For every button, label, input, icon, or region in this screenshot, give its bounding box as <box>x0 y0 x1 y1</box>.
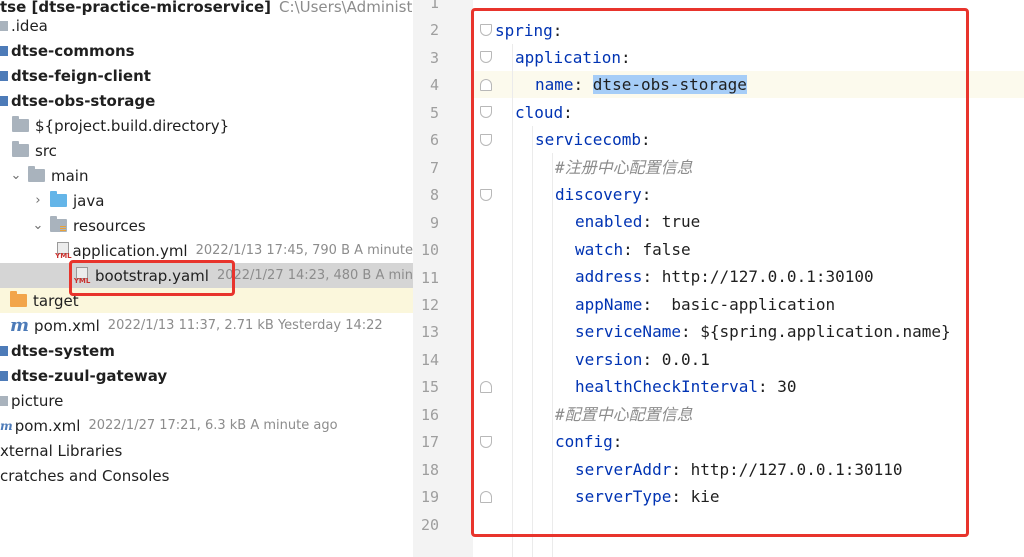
source-folder-icon <box>50 191 67 207</box>
resources-folder-icon <box>50 216 67 232</box>
folder-icon <box>12 141 29 157</box>
tree-item-label: main <box>51 166 89 185</box>
chevron-right-icon[interactable]: › <box>32 193 44 208</box>
excluded-folder-icon <box>10 291 27 307</box>
line-number: 15 <box>420 378 439 397</box>
line-number: 5 <box>429 103 439 122</box>
maven-icon: m <box>10 315 30 336</box>
tree-item-label: dtse-system <box>11 341 115 360</box>
tree-item-dtse-commons[interactable]: dtse-commons <box>0 38 413 63</box>
tree-item-label: resources <box>73 216 146 235</box>
tree-item-label: dtse-feign-client <box>11 66 151 85</box>
line-number: 7 <box>429 158 439 177</box>
chevron-down-icon[interactable]: ⌄ <box>10 168 22 183</box>
line-number: 2 <box>429 21 439 40</box>
tree-item-label: dtse-zuul-gateway <box>11 366 168 385</box>
module-folder-icon <box>0 95 8 106</box>
yaml-file-icon: YML <box>55 241 72 260</box>
file-meta: 2022/1/27 14:23, 480 B A min <box>216 268 413 283</box>
line-number: 8 <box>429 186 439 205</box>
tree-item-label: dtse-obs-storage <box>11 91 156 110</box>
line-number: 16 <box>420 405 439 424</box>
tree-item-label: src <box>35 141 57 160</box>
file-meta: 2022/1/13 11:37, 2.71 kB Yesterday 14:22 <box>107 318 383 333</box>
line-number: 18 <box>420 460 439 479</box>
line-number: 6 <box>429 131 439 150</box>
folder-icon <box>12 116 29 132</box>
tree-item-label: dtse-commons <box>11 41 135 60</box>
tree-item-main[interactable]: ⌄ main <box>0 163 413 188</box>
tree-item-label: ${project.build.directory} <box>35 116 230 135</box>
tree-item-build-directory[interactable]: ${project.build.directory} <box>0 113 413 138</box>
folder-icon <box>28 166 45 182</box>
tree-item-label: .idea <box>11 16 48 35</box>
tree-item-scratches-consoles[interactable]: cratches and Consoles <box>0 463 413 488</box>
file-meta: 2022/1/13 17:45, 790 B A minute <box>195 243 413 258</box>
folder-icon <box>0 20 8 31</box>
tree-item-label: pom.xml <box>14 416 81 435</box>
file-meta: 2022/1/27 17:21, 6.3 kB A minute ago <box>88 418 338 433</box>
tree-item-dtse-zuul-gateway[interactable]: dtse-zuul-gateway <box>0 363 413 388</box>
folder-icon <box>0 395 8 406</box>
line-number: 4 <box>429 76 439 95</box>
tree-item-root-pom-xml[interactable]: m pom.xml 2022/1/27 17:21, 6.3 kB A minu… <box>0 413 413 438</box>
line-number: 20 <box>420 515 439 534</box>
tree-item-picture[interactable]: picture <box>0 388 413 413</box>
tree-item-dtse-system[interactable]: dtse-system <box>0 338 413 363</box>
annotation-box-editor <box>471 8 969 537</box>
tree-item-label: application.yml <box>72 241 188 260</box>
tree-item-external-libraries[interactable]: xternal Libraries <box>0 438 413 463</box>
line-number: 3 <box>429 48 439 67</box>
tree-item-resources[interactable]: ⌄ resources <box>0 213 413 238</box>
chevron-down-icon[interactable]: ⌄ <box>32 218 44 233</box>
tree-item-java[interactable]: › java <box>0 188 413 213</box>
tree-item-src[interactable]: src <box>0 138 413 163</box>
module-folder-icon <box>0 70 8 81</box>
tree-item-label: pom.xml <box>34 316 100 335</box>
tree-item-label: xternal Libraries <box>0 441 123 460</box>
project-tree: tse [dtse-practice-microservice] C:\User… <box>0 0 413 557</box>
module-folder-icon <box>0 45 8 56</box>
line-number: 13 <box>420 323 439 342</box>
line-number: 10 <box>420 241 439 260</box>
line-number: 19 <box>420 488 439 507</box>
line-number: 11 <box>420 268 439 287</box>
tree-item-dtse-feign-client[interactable]: dtse-feign-client <box>0 63 413 88</box>
line-number: 1 <box>429 0 439 12</box>
module-folder-icon <box>0 345 8 356</box>
tree-item-label: picture <box>11 391 64 410</box>
maven-icon: m <box>0 418 13 433</box>
line-number: 17 <box>420 433 439 452</box>
line-number: 9 <box>429 213 439 232</box>
tree-item-dtse-obs-storage[interactable]: dtse-obs-storage <box>0 88 413 113</box>
annotation-box-bootstrap <box>69 260 235 296</box>
line-number: 12 <box>420 295 439 314</box>
module-folder-icon <box>0 370 8 381</box>
tree-item-label: cratches and Consoles <box>0 466 170 485</box>
tree-item-label: java <box>73 191 105 210</box>
tree-item-pom-xml[interactable]: m pom.xml 2022/1/13 11:37, 2.71 kB Yeste… <box>0 313 413 338</box>
line-number: 14 <box>420 350 439 369</box>
tree-item-idea[interactable]: .idea <box>0 13 413 38</box>
